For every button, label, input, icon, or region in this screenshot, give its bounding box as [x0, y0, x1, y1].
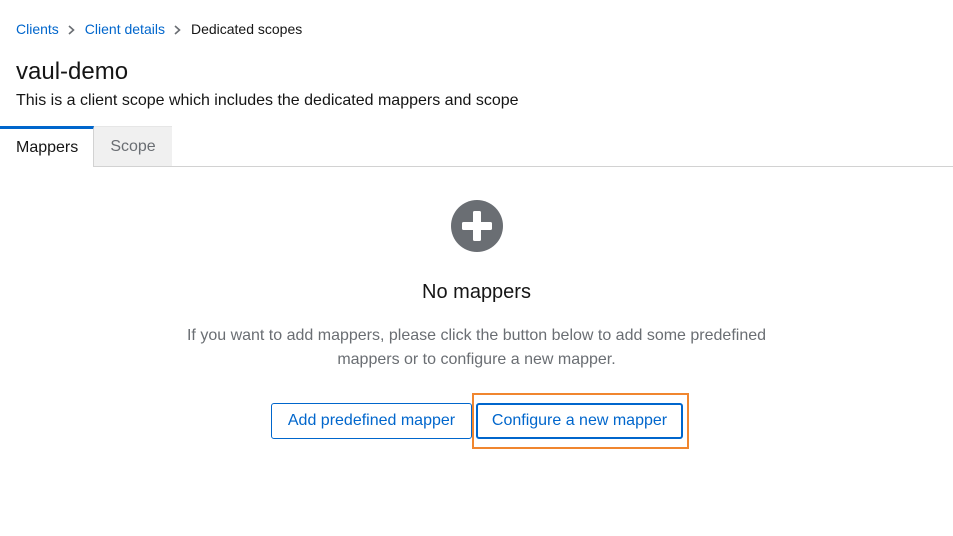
breadcrumb-client-details-link[interactable]: Client details: [85, 20, 165, 38]
page-description: This is a client scope which includes th…: [16, 92, 519, 109]
breadcrumb-current: Dedicated scopes: [190, 21, 303, 37]
page-title: vaul-demo: [16, 58, 129, 85]
empty-state-body: If you want to add mappers, please click…: [186, 327, 767, 368]
chevron-right-icon: [59, 20, 85, 38]
page: Clients Client details Dedicated scopes …: [0, 0, 953, 536]
plus-circle-icon: [450, 199, 504, 253]
chevron-right-icon: [165, 20, 191, 38]
breadcrumb-clients-link[interactable]: Clients: [16, 20, 59, 38]
configure-new-mapper-button[interactable]: Configure a new mapper: [476, 403, 683, 439]
breadcrumb: Clients Client details Dedicated scopes: [16, 20, 302, 38]
empty-state-title: No mappers: [422, 281, 531, 303]
tab-bar: Mappers Scope: [0, 126, 953, 167]
tab-mappers[interactable]: Mappers: [0, 126, 94, 167]
add-predefined-mapper-button[interactable]: Add predefined mapper: [271, 403, 472, 439]
tab-scope[interactable]: Scope: [94, 126, 172, 166]
